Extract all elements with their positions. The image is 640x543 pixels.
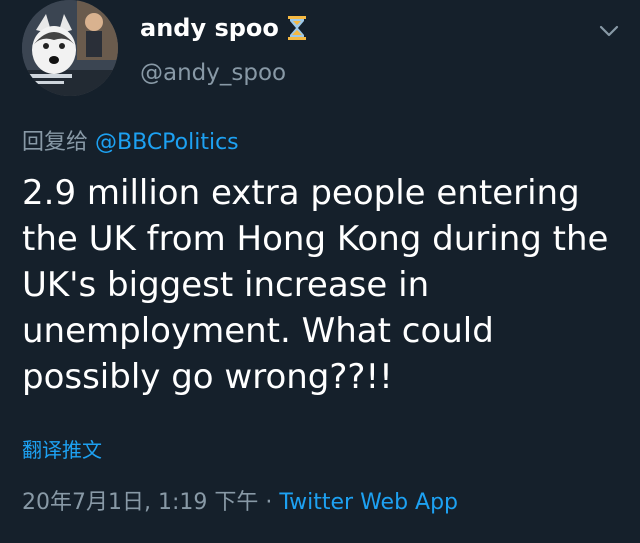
reply-prefix: 回复给 — [22, 130, 89, 155]
hourglass-icon — [287, 16, 306, 40]
tweet-timestamp[interactable]: 20年7月1日, 1:19 下午 — [22, 490, 258, 515]
tweet-source-link[interactable]: Twitter Web App — [279, 490, 458, 515]
tweet-metadata: 20年7月1日, 1:19 下午 · Twitter Web App — [22, 484, 458, 516]
meta-separator: · — [258, 490, 280, 515]
tweet-text: 2.9 million extra people entering the UK… — [22, 173, 609, 397]
husky-dog-avatar-icon — [22, 0, 118, 96]
reply-mention-link[interactable]: @BBCPolitics — [95, 130, 239, 155]
chevron-down-icon[interactable] — [596, 20, 622, 42]
reply-context: 回复给 @BBCPolitics — [22, 124, 239, 156]
display-name-row[interactable]: andy spoo — [140, 14, 307, 42]
avatar[interactable] — [22, 0, 118, 96]
user-handle[interactable]: @andy_spoo — [140, 60, 286, 86]
translate-tweet-link[interactable]: 翻译推文 — [22, 434, 102, 463]
display-name[interactable]: andy spoo — [140, 14, 279, 42]
